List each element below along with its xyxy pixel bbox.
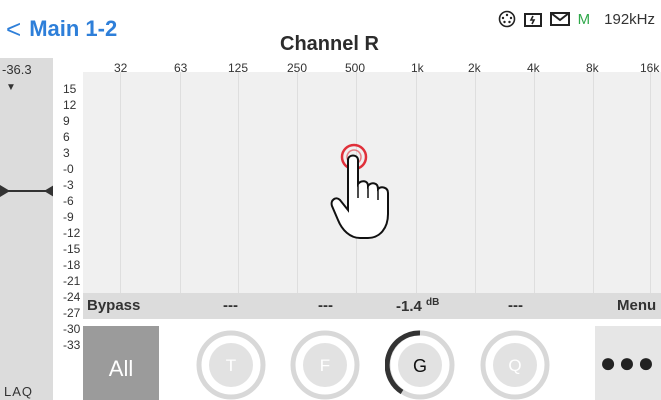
sample-rate: 192kHz [604, 10, 655, 28]
grid-line [180, 72, 181, 293]
gain-number: -1.4 [396, 298, 422, 315]
db-tick: -33 [63, 338, 81, 352]
all-button[interactable]: All [83, 326, 159, 400]
chevron-left-icon: < [6, 14, 22, 44]
grid-line [475, 72, 476, 293]
db-tick: -12 [63, 226, 81, 240]
level-meter-strip[interactable] [0, 58, 53, 400]
level-value: -36.3 [2, 62, 32, 77]
mode-indicator: M [577, 10, 591, 28]
db-tick: 15 [63, 82, 77, 96]
db-tick: 6 [63, 130, 70, 144]
db-scale: 15 12 9 6 3 -0 -3 -6 -9 -12 -15 -18 -21 … [53, 58, 83, 400]
mail-icon [549, 12, 570, 26]
db-tick: -6 [63, 194, 74, 208]
more-dots-icon: ●●● [599, 347, 657, 378]
gain-value: -1.4 dB [396, 297, 439, 315]
tap-hand-icon [330, 143, 389, 239]
header-bar: < Main 1-2 Channel R M 192kHz [0, 0, 661, 58]
db-tick: -0 [63, 162, 74, 176]
db-tick: -9 [63, 210, 74, 224]
db-tick: -3 [63, 178, 74, 192]
gain-unit: dB [426, 297, 440, 308]
param-slot-t: --- [223, 297, 238, 314]
status-bar: M 192kHz [498, 10, 655, 28]
grid-line [650, 72, 651, 293]
knob-f[interactable]: F [290, 330, 360, 400]
page-title: Channel R [280, 33, 379, 55]
grid-line [416, 72, 417, 293]
knob-g-label: G [413, 356, 427, 376]
more-options-button[interactable]: ●●● [595, 326, 661, 400]
knob-q[interactable]: Q [480, 330, 550, 400]
knob-q-label: Q [508, 356, 521, 375]
db-tick: -18 [63, 258, 81, 272]
fader-handle-left-icon[interactable] [0, 185, 10, 197]
knob-g[interactable]: G [385, 330, 455, 400]
peak-marker-icon: ▼ [6, 82, 16, 93]
grid-line [297, 72, 298, 293]
grid-line [534, 72, 535, 293]
parameter-bar: Bypass --- --- -1.4 dB --- Menu [83, 293, 661, 319]
db-tick: -24 [63, 290, 81, 304]
grid-line [238, 72, 239, 293]
folder-sync-icon [523, 13, 542, 27]
level-footer-label: LAQ [4, 384, 34, 399]
param-slot-q: --- [508, 297, 523, 314]
db-tick: 9 [63, 114, 70, 128]
grid-line [593, 72, 594, 293]
db-tick: 12 [63, 98, 77, 112]
knob-t[interactable]: T [196, 330, 266, 400]
bypass-button[interactable]: Bypass [87, 297, 140, 314]
db-tick: 3 [63, 146, 70, 160]
db-tick: -21 [63, 274, 81, 288]
db-tick: -30 [63, 322, 81, 336]
knob-t-label: T [226, 356, 236, 375]
knob-f-label: F [320, 356, 330, 375]
grid-line [120, 72, 121, 293]
menu-button[interactable]: Menu [617, 297, 656, 314]
back-label: Main 1-2 [29, 16, 118, 41]
db-tick: -15 [63, 242, 81, 256]
param-slot-f: --- [318, 297, 333, 314]
db-tick: -27 [63, 306, 81, 320]
back-button[interactable]: < Main 1-2 [6, 16, 117, 42]
midi-connector-icon [498, 10, 515, 28]
